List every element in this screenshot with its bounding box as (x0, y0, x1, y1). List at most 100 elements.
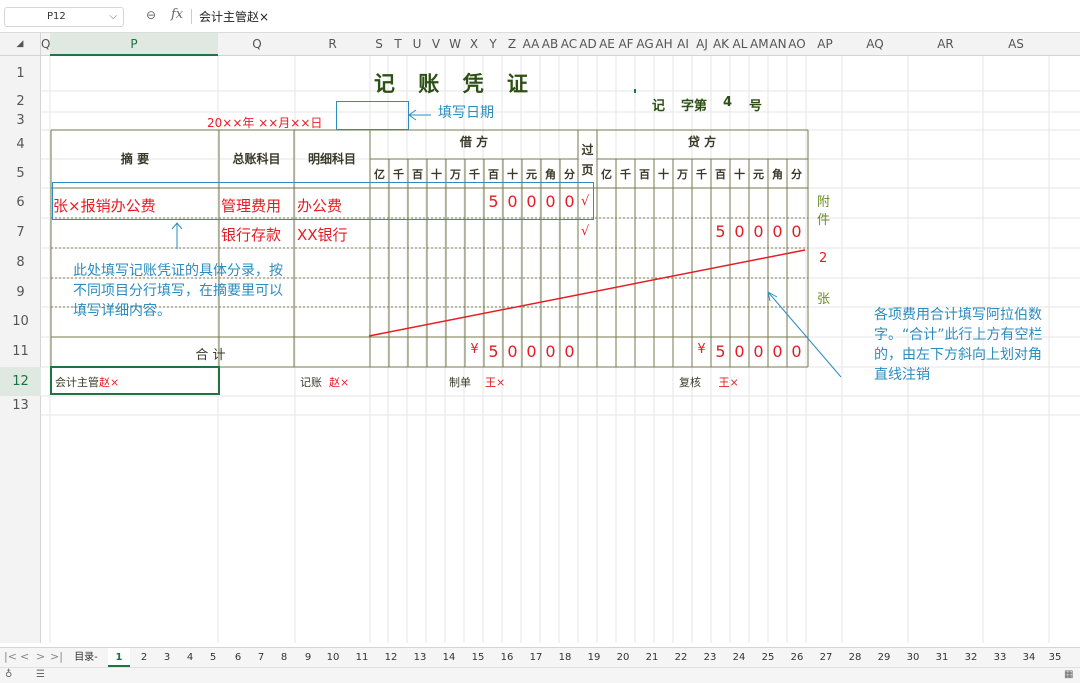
sheet-tab-18[interactable]: 18 (554, 648, 576, 667)
sheet-tab-3[interactable]: 3 (156, 648, 178, 667)
sheet-tab-15[interactable]: 15 (467, 648, 489, 667)
sheet-tab-4[interactable]: 4 (179, 648, 201, 667)
column-header-ad[interactable]: AD (579, 33, 597, 56)
column-header-ac[interactable]: AC (560, 33, 578, 56)
column-header-t[interactable]: T (389, 33, 407, 56)
column-header-ai[interactable]: AI (674, 33, 692, 56)
sheet-tab-22[interactable]: 22 (670, 648, 692, 667)
column-header-af[interactable]: AF (617, 33, 635, 56)
column-header-ao[interactable]: AO (788, 33, 806, 56)
select-all-corner[interactable]: ◢ (0, 33, 41, 56)
sheet-tab-19[interactable]: 19 (583, 648, 605, 667)
preparer-label: 制单 (449, 376, 471, 389)
sheet-tab-24[interactable]: 24 (728, 648, 750, 667)
sheet-tab-10[interactable]: 10 (322, 648, 344, 667)
row-header-9[interactable]: 9 (0, 278, 41, 307)
row-header-2[interactable]: 2 (0, 91, 41, 112)
sheet-tab-23[interactable]: 23 (699, 648, 721, 667)
row-header-11[interactable]: 11 (0, 337, 41, 367)
sheet-tab-14[interactable]: 14 (438, 648, 460, 667)
column-header-ab[interactable]: AB (541, 33, 559, 56)
formula-input[interactable]: 会计主管赵× (199, 8, 269, 25)
sheet-tab-28[interactable]: 28 (844, 648, 866, 667)
sheet-grid[interactable]: 记 账 凭 证 记 字第 4 号 20××年 ××月××日 填写日期 摘 要 总… (41, 56, 1080, 643)
prev-sheet-icon[interactable]: < (20, 650, 29, 663)
zoom-icon[interactable]: ⊖ (146, 8, 156, 22)
sheet-tab-16[interactable]: 16 (496, 648, 518, 667)
column-header-p[interactable]: P (50, 33, 218, 56)
sheet-tab-11[interactable]: 11 (351, 648, 373, 667)
column-header-al[interactable]: AL (731, 33, 749, 56)
debit-total-digit: 0 (564, 342, 575, 361)
chevron-down-icon[interactable]: ⌵ (109, 8, 117, 26)
sheet-tab-1[interactable]: 1 (108, 648, 130, 667)
column-header-s[interactable]: S (370, 33, 388, 56)
column-header-ap[interactable]: AP (808, 33, 842, 56)
date-highlight-box (336, 101, 409, 130)
sheet-tab-7[interactable]: 7 (250, 648, 272, 667)
next-sheet-icon[interactable]: > (36, 650, 45, 663)
sheet-tab-2[interactable]: 2 (133, 648, 155, 667)
row-header-7[interactable]: 7 (0, 218, 41, 248)
sheet-tab-25[interactable]: 25 (757, 648, 779, 667)
debit-unit-4: 万 (450, 168, 461, 181)
sheet-tab-31[interactable]: 31 (931, 648, 953, 667)
sheet-tab-34[interactable]: 34 (1018, 648, 1040, 667)
row-header-12[interactable]: 12 (0, 367, 41, 396)
sheet-tab-index[interactable]: 目录- (68, 648, 104, 667)
row-header-4[interactable]: 4 (0, 130, 41, 159)
column-header-y[interactable]: Y (484, 33, 502, 56)
column-header-v[interactable]: V (427, 33, 445, 56)
column-header-aa[interactable]: AA (522, 33, 540, 56)
sheet-tab-29[interactable]: 29 (873, 648, 895, 667)
row-header-5[interactable]: 5 (0, 159, 41, 188)
sheet-view-icon[interactable]: ☰ (36, 669, 45, 680)
column-header-am[interactable]: AM (750, 33, 768, 56)
sheet-tab-5[interactable]: 5 (202, 648, 224, 667)
function-icon[interactable]: fx (171, 7, 183, 22)
last-sheet-icon[interactable]: >| (50, 650, 63, 663)
macro-icon[interactable]: ♁ (5, 669, 12, 680)
sheet-tab-13[interactable]: 13 (409, 648, 431, 667)
debit-total-digit: 5 (488, 342, 499, 361)
column-header-aq[interactable]: AQ (842, 33, 908, 56)
column-header-u[interactable]: U (408, 33, 426, 56)
sheet-tab-21[interactable]: 21 (641, 648, 663, 667)
sheet-tab-27[interactable]: 27 (815, 648, 837, 667)
column-header-ar[interactable]: AR (908, 33, 983, 56)
sheet-tab-9[interactable]: 9 (297, 648, 319, 667)
sheet-tab-32[interactable]: 32 (960, 648, 982, 667)
row-header-13[interactable]: 13 (0, 396, 41, 415)
column-header-w[interactable]: W (446, 33, 464, 56)
sheet-tab-20[interactable]: 20 (612, 648, 634, 667)
row-header-1[interactable]: 1 (0, 56, 41, 91)
column-header-q[interactable]: Q (41, 33, 50, 56)
credit-unit-3: 十 (658, 168, 669, 181)
first-sheet-icon[interactable]: |< (4, 650, 17, 663)
column-header-x[interactable]: X (465, 33, 483, 56)
sheet-tab-35[interactable]: 35 (1044, 648, 1066, 667)
sheet-tab-33[interactable]: 33 (989, 648, 1011, 667)
column-header-ae[interactable]: AE (598, 33, 616, 56)
layout-icon[interactable]: ▦ (1064, 669, 1073, 680)
sheet-tab-6[interactable]: 6 (227, 648, 249, 667)
column-header-as[interactable]: AS (983, 33, 1049, 56)
column-header-q[interactable]: Q (219, 33, 295, 56)
sheet-tab-8[interactable]: 8 (273, 648, 295, 667)
column-header-ag[interactable]: AG (636, 33, 654, 56)
row-header-6[interactable]: 6 (0, 188, 41, 218)
row-header-3[interactable]: 3 (0, 112, 41, 130)
column-header-an[interactable]: AN (769, 33, 787, 56)
row-header-10[interactable]: 10 (0, 307, 41, 337)
row-header-8[interactable]: 8 (0, 248, 41, 278)
sheet-tab-26[interactable]: 26 (786, 648, 808, 667)
sheet-tab-30[interactable]: 30 (902, 648, 924, 667)
column-header-aj[interactable]: AJ (693, 33, 711, 56)
column-header-z[interactable]: Z (503, 33, 521, 56)
column-header-ak[interactable]: AK (712, 33, 730, 56)
sheet-tab-12[interactable]: 12 (380, 648, 402, 667)
name-box[interactable]: P12 ⌵ (4, 7, 124, 27)
sheet-tab-17[interactable]: 17 (525, 648, 547, 667)
column-header-r[interactable]: R (295, 33, 370, 56)
column-header-ah[interactable]: AH (655, 33, 673, 56)
